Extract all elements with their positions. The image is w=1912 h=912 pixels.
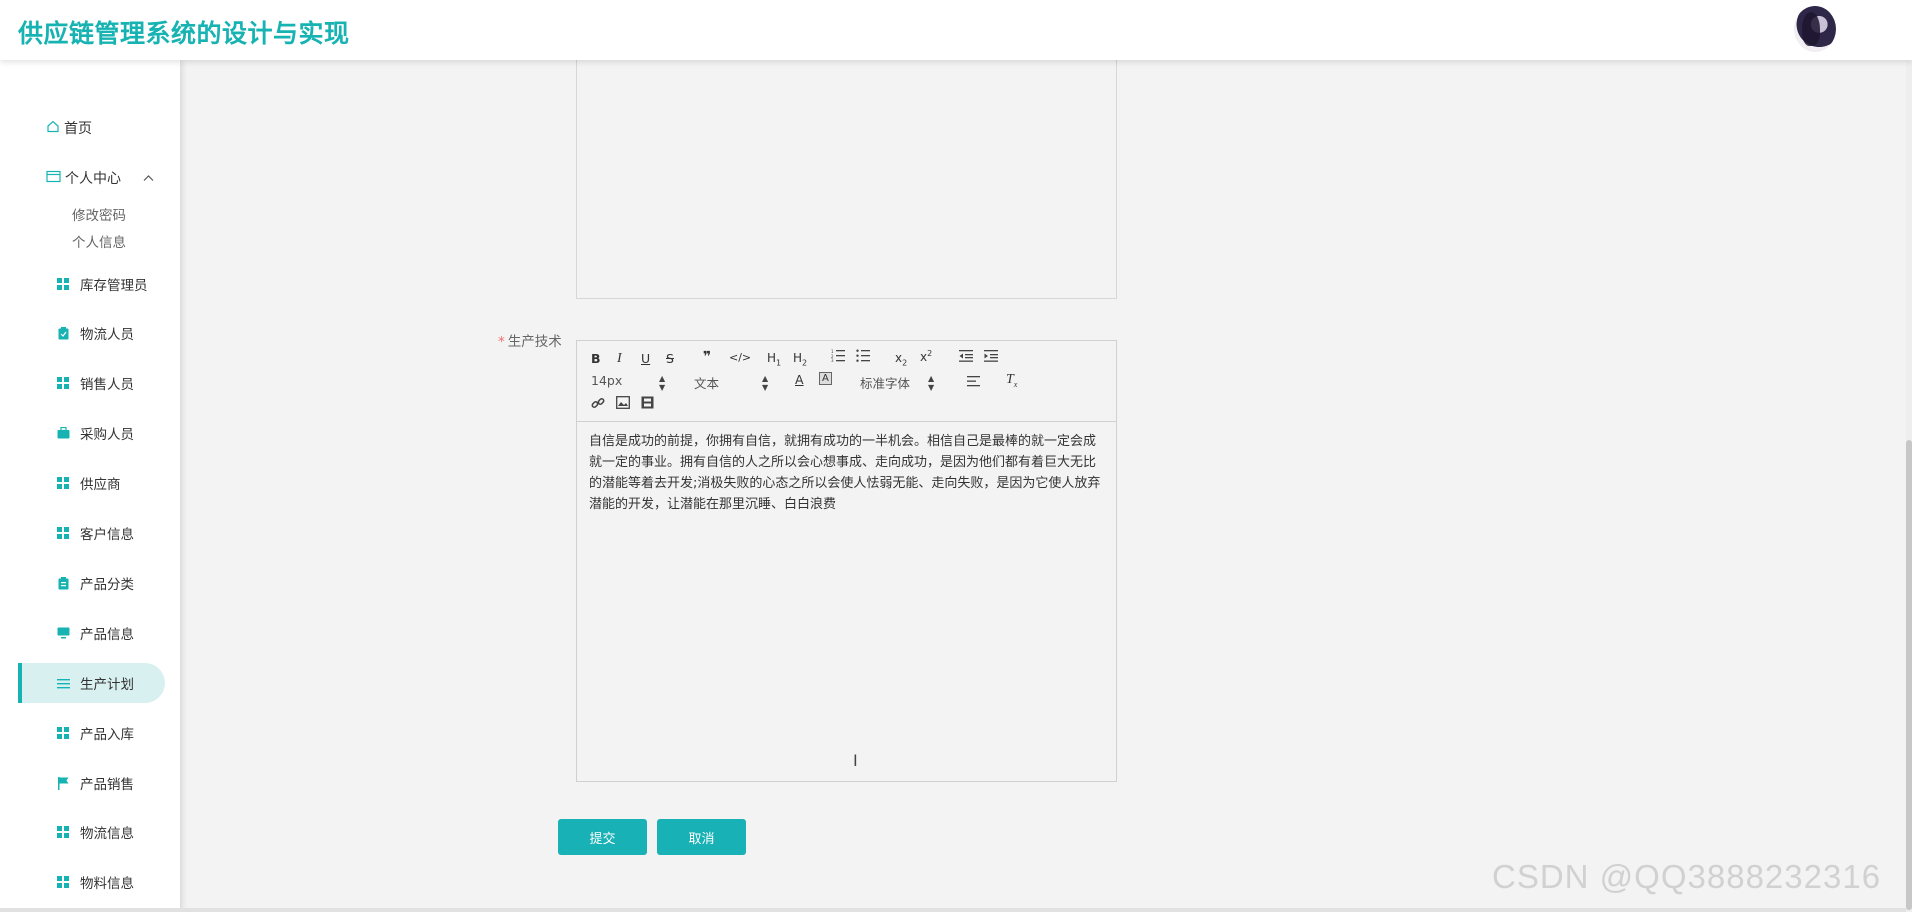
- user-avatar[interactable]: [1794, 6, 1836, 52]
- subscript-icon[interactable]: x2: [895, 351, 907, 367]
- editor-content[interactable]: 自信是成功的前提，你拥有自信，就拥有成功的一半机会。相信自己是最棒的就一定会成就…: [589, 431, 1107, 515]
- grid-icon: [56, 726, 70, 740]
- sidebar-subitem-personal-info[interactable]: 个人信息: [72, 231, 126, 251]
- sidebar-item-inventory-manager[interactable]: 库存管理员: [18, 264, 161, 304]
- sidebar-item-label: 客户信息: [80, 527, 134, 543]
- sidebar-item-label: 首页: [64, 121, 92, 137]
- sidebar-item-logistics-staff[interactable]: 物流人员: [18, 313, 161, 353]
- sidebar-item-sales-staff[interactable]: 销售人员: [18, 363, 161, 403]
- background-color-icon[interactable]: A: [819, 372, 832, 385]
- app-title: 供应链管理系统的设计与实现: [18, 19, 350, 48]
- strikethrough-icon[interactable]: S: [666, 351, 674, 366]
- grid-icon: [56, 376, 70, 390]
- chevron-up-icon[interactable]: [143, 172, 154, 185]
- indent-icon[interactable]: [984, 350, 998, 365]
- sidebar-item-purchasing-staff[interactable]: 采购人员: [18, 413, 161, 453]
- clipboard-icon: [56, 326, 70, 340]
- font-color-icon[interactable]: A: [795, 372, 804, 387]
- clear-format-icon[interactable]: Tx: [1006, 372, 1017, 389]
- grid-icon: [56, 277, 70, 291]
- sidebar-item-label: 产品信息: [80, 627, 134, 643]
- link-icon[interactable]: [591, 396, 605, 413]
- font-size-value: 14px: [591, 373, 623, 388]
- bottom-border: [0, 908, 1906, 912]
- sidebar-item-customer-info[interactable]: 客户信息: [18, 513, 161, 553]
- grid-icon: [56, 526, 70, 540]
- required-mark: *: [498, 334, 505, 350]
- sidebar-item-home[interactable]: 首页: [46, 118, 92, 138]
- home-icon: [46, 119, 60, 137]
- text-type-value: 文本: [694, 376, 720, 391]
- previous-editor-area[interactable]: [576, 60, 1117, 299]
- sidebar-item-label: 物料信息: [80, 876, 134, 892]
- sidebar-item-label: 库存管理员: [80, 278, 148, 294]
- grid-icon: [56, 476, 70, 490]
- sidebar-item-label: 产品分类: [80, 577, 134, 593]
- heading2-icon[interactable]: H2: [793, 351, 807, 367]
- list-icon: [56, 676, 70, 690]
- grid-icon: [56, 825, 70, 839]
- sidebar-item-label: 个人中心: [65, 171, 121, 187]
- cancel-button[interactable]: 取消: [657, 819, 746, 855]
- sidebar-item-label: 物流人员: [80, 327, 134, 343]
- flag-icon: [56, 776, 70, 790]
- rich-text-editor: B I U S ❞ </> H1 H2 123 x2 x2 14px ▲ ▼ 文本 ▲…: [576, 340, 1117, 782]
- sidebar-item-production-plan[interactable]: 生产计划: [18, 663, 165, 703]
- bullet-list-icon[interactable]: [856, 349, 870, 365]
- grid-icon: [56, 875, 70, 889]
- monitor-icon: [56, 626, 70, 640]
- sidebar-item-personal-center[interactable]: 个人中心: [46, 168, 154, 188]
- svg-text:3: 3: [831, 358, 834, 362]
- sidebar-item-label: 生产计划: [80, 677, 134, 693]
- font-size-select[interactable]: 14px ▲ ▼: [591, 373, 671, 392]
- editor-toolbar: B I U S ❞ </> H1 H2 123 x2 x2 14px ▲ ▼ 文本 ▲…: [577, 341, 1116, 422]
- sidebar-item-product-category[interactable]: 产品分类: [18, 563, 161, 603]
- select-arrows-icon: ▲ ▼: [659, 374, 666, 392]
- bold-icon[interactable]: B: [591, 351, 601, 366]
- sidebar-item-label: 采购人员: [80, 427, 134, 443]
- sidebar-item-logistics-info[interactable]: 物流信息: [18, 812, 161, 852]
- sidebar-subitem-change-password[interactable]: 修改密码: [72, 204, 126, 224]
- sidebar-item-label: 产品入库: [80, 727, 134, 743]
- sidebar-item-product-warehousing[interactable]: 产品入库: [18, 713, 161, 753]
- image-icon[interactable]: [616, 396, 630, 412]
- italic-icon[interactable]: I: [617, 351, 622, 367]
- outdent-icon[interactable]: [959, 350, 973, 365]
- sidebar-item-label: 产品销售: [80, 777, 134, 793]
- briefcase-icon: [56, 426, 70, 440]
- sidebar-item-label: 销售人员: [80, 377, 134, 393]
- sidebar-item-label: 供应商: [80, 477, 121, 493]
- select-arrows-icon: ▲ ▼: [928, 374, 935, 392]
- sidebar-item-material-info[interactable]: 物料信息: [18, 862, 161, 902]
- video-icon[interactable]: [641, 396, 654, 412]
- blockquote-icon[interactable]: ❞: [703, 349, 711, 365]
- select-arrows-icon: ▲ ▼: [762, 374, 769, 392]
- align-icon[interactable]: [967, 375, 980, 390]
- ordered-list-icon[interactable]: 123: [831, 349, 845, 365]
- code-block-icon[interactable]: </>: [729, 351, 751, 364]
- heading1-icon[interactable]: H1: [767, 351, 781, 367]
- field-label-text: 生产技术: [507, 334, 562, 350]
- sidebar-item-product-sales[interactable]: 产品销售: [18, 763, 161, 803]
- superscript-icon[interactable]: x2: [920, 349, 932, 364]
- sidebar-item-supplier[interactable]: 供应商: [18, 463, 161, 503]
- font-family-value: 标准字体: [860, 376, 911, 391]
- submit-button[interactable]: 提交: [558, 819, 647, 855]
- card-icon: [46, 170, 61, 187]
- sidebar-item-product-info[interactable]: 产品信息: [18, 613, 161, 653]
- field-label-production-technology: * 生产技术: [498, 330, 562, 350]
- top-header: 供应链管理系统的设计与实现: [0, 0, 1912, 60]
- text-type-select[interactable]: 文本 ▲ ▼: [694, 373, 774, 392]
- clipboard-icon: [56, 576, 70, 590]
- watermark: CSDN @QQ3888232316: [1492, 858, 1882, 895]
- text-cursor-icon: I: [853, 751, 858, 770]
- scrollbar-thumb[interactable]: [1906, 440, 1912, 910]
- font-family-select[interactable]: 标准字体 ▲ ▼: [860, 373, 940, 392]
- underline-icon[interactable]: U: [641, 351, 650, 366]
- sidebar-item-label: 物流信息: [80, 826, 134, 842]
